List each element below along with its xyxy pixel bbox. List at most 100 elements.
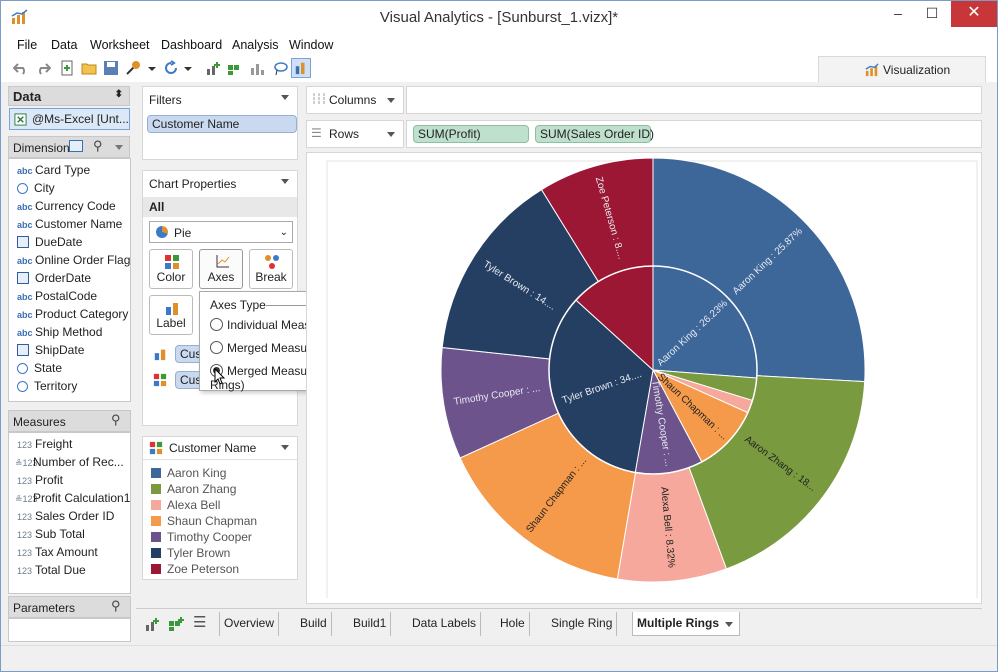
dimensions-title: Dimensions <box>13 141 76 155</box>
tab-single-ring[interactable]: Single Ring <box>547 612 618 636</box>
measure-number-of-records[interactable]: ≗123Number of Rec... <box>15 453 124 471</box>
close-button[interactable]: ✕ <box>951 1 997 27</box>
measure-profit[interactable]: 123 Profit <box>17 471 63 489</box>
measure-sub-total[interactable]: 123 Sub Total <box>17 525 85 543</box>
dimensions-menu-icon[interactable] <box>115 145 123 150</box>
tab-data-labels[interactable]: Data Labels <box>408 612 482 636</box>
measure-profit-calculation1[interactable]: ≗123Profit Calculation1 <box>15 489 130 507</box>
chart-type-select[interactable]: Pie ⌄ <box>149 221 293 243</box>
measure-total-due[interactable]: 123 Total Due <box>17 561 86 579</box>
dimension-orderdate[interactable]: OrderDate <box>17 269 91 287</box>
add-chart-icon[interactable] <box>205 60 221 76</box>
format-brush-icon[interactable] <box>125 60 141 76</box>
numeric-type-icon: 123 <box>17 566 33 576</box>
menu-file[interactable]: File <box>17 38 37 52</box>
table-view-icon[interactable] <box>69 140 83 152</box>
dimension-shipdate[interactable]: ShipDate <box>17 341 84 359</box>
tab-hole[interactable]: Hole <box>496 612 530 636</box>
refresh-icon[interactable] <box>163 60 179 76</box>
lasso-select-icon[interactable] <box>273 60 289 76</box>
color-button[interactable]: Color <box>149 249 193 289</box>
filter-pill-customer-name[interactable]: Customer Name <box>147 115 297 133</box>
numeric-type-icon: 123 <box>17 548 33 558</box>
save-icon[interactable] <box>103 60 119 76</box>
search-icon[interactable]: ⚲ <box>111 598 121 614</box>
legend-item-zoe-peterson[interactable]: Zoe Peterson <box>151 561 239 577</box>
dimension-territory[interactable]: Territory <box>17 377 77 395</box>
columns-menu-icon[interactable] <box>387 98 395 103</box>
legend-item-aaron-king[interactable]: Aaron King <box>151 465 226 481</box>
tab-overview[interactable]: Overview <box>219 612 280 636</box>
axes-type-title: Axes Type <box>210 298 266 312</box>
sort-icon[interactable]: ⬍ <box>115 89 123 100</box>
measures-header: Measures ⚲ <box>8 410 131 432</box>
dimension-postalcode[interactable]: abc PostalCode <box>17 287 97 305</box>
dimension-online-order-flag[interactable]: abc Online Order Flag <box>17 251 130 269</box>
menu-worksheet[interactable]: Worksheet <box>90 38 150 52</box>
sheet-list-icon[interactable]: ☰ <box>193 613 206 631</box>
tab-menu-icon[interactable] <box>725 622 733 627</box>
dimension-card-type[interactable]: abc Card Type <box>17 161 90 179</box>
search-icon[interactable]: ⚲ <box>93 138 103 154</box>
legend-item-alexa-bell[interactable]: Alexa Bell <box>151 497 220 513</box>
tab-build[interactable]: Build <box>296 612 332 636</box>
legend-item-timothy-cooper[interactable]: Timothy Cooper <box>151 529 252 545</box>
parameters-header: Parameters ⚲ <box>8 596 131 618</box>
dimension-customer-name[interactable]: abc Customer Name <box>17 215 122 233</box>
dimension-state[interactable]: State <box>17 359 62 377</box>
menu-analysis[interactable]: Analysis <box>232 38 279 52</box>
add-dashboard-icon[interactable] <box>227 60 243 76</box>
filters-menu-icon[interactable] <box>281 95 289 100</box>
columns-shelf[interactable] <box>406 86 982 114</box>
row-pill-sum-profit[interactable]: SUM(Profit) <box>413 125 529 143</box>
maximize-button[interactable]: ☐ <box>915 1 949 27</box>
measure-freight[interactable]: 123 Freight <box>17 435 72 453</box>
chart-mode-icon <box>295 62 305 75</box>
rows-menu-icon[interactable] <box>387 132 395 137</box>
globe-icon <box>17 183 28 194</box>
rows-shelf[interactable]: SUM(Profit) SUM(Sales Order ID) <box>406 120 982 148</box>
new-worksheet-icon[interactable] <box>144 616 160 632</box>
bar-chart-icon[interactable] <box>249 60 265 76</box>
measure-tax-amount[interactable]: 123 Tax Amount <box>17 543 98 561</box>
properties-scope[interactable]: All <box>143 197 297 217</box>
legend-item-shaun-chapman[interactable]: Shaun Chapman <box>151 513 257 529</box>
legend-swatch <box>151 468 161 478</box>
dimension-duedate[interactable]: DueDate <box>17 233 82 251</box>
measure-sales-order-id[interactable]: 123 Sales Order ID <box>17 507 114 525</box>
dimension-currency-code[interactable]: abc Currency Code <box>17 197 116 215</box>
dimension-city[interactable]: City <box>17 179 55 197</box>
legend-item-aaron-zhang[interactable]: Aaron Zhang <box>151 481 236 497</box>
row-pill-sum-sales-order-id[interactable]: SUM(Sales Order ID) <box>535 125 654 143</box>
break-button[interactable]: Break <box>249 249 293 289</box>
legend-item-tyler-brown[interactable]: Tyler Brown <box>151 545 230 561</box>
new-file-icon[interactable] <box>59 60 75 76</box>
dropdown-arrow-icon[interactable] <box>147 60 157 76</box>
menu-data[interactable]: Data <box>51 38 77 52</box>
undo-icon[interactable] <box>13 60 29 76</box>
dimension-ship-method[interactable]: abc Ship Method <box>17 323 102 341</box>
data-source-item[interactable]: @Ms-Excel [Unt... <box>9 108 130 130</box>
legend-menu-icon[interactable] <box>281 445 289 450</box>
refresh-dropdown-icon[interactable] <box>183 60 193 76</box>
divider <box>143 459 297 460</box>
search-icon[interactable]: ⚲ <box>111 412 121 428</box>
color-legend-icon <box>149 441 163 455</box>
label-button[interactable]: Label <box>149 295 193 335</box>
new-dashboard-icon[interactable] <box>168 616 184 632</box>
title-bar: Visual Analytics - [Sunburst_1.vizx]* – … <box>0 0 998 34</box>
open-folder-icon[interactable] <box>81 60 97 76</box>
axes-button[interactable]: Axes <box>199 249 243 289</box>
redo-icon[interactable] <box>35 60 51 76</box>
minimize-button[interactable]: – <box>881 1 915 27</box>
menu-dashboard[interactable]: Dashboard <box>161 38 222 52</box>
calculated-field-icon: ≗123 <box>15 494 38 504</box>
abc-type-icon: abc <box>17 292 33 302</box>
visualization-tab[interactable]: Visualization <box>818 56 986 82</box>
chart-mode-button[interactable] <box>291 58 311 78</box>
chart-properties-menu-icon[interactable] <box>281 179 289 184</box>
dimension-product-category[interactable]: abc Product Category <box>17 305 128 323</box>
tab-multiple-rings[interactable]: Multiple Rings <box>632 612 740 636</box>
tab-build1[interactable]: Build1 <box>349 612 392 636</box>
menu-window[interactable]: Window <box>289 38 333 52</box>
